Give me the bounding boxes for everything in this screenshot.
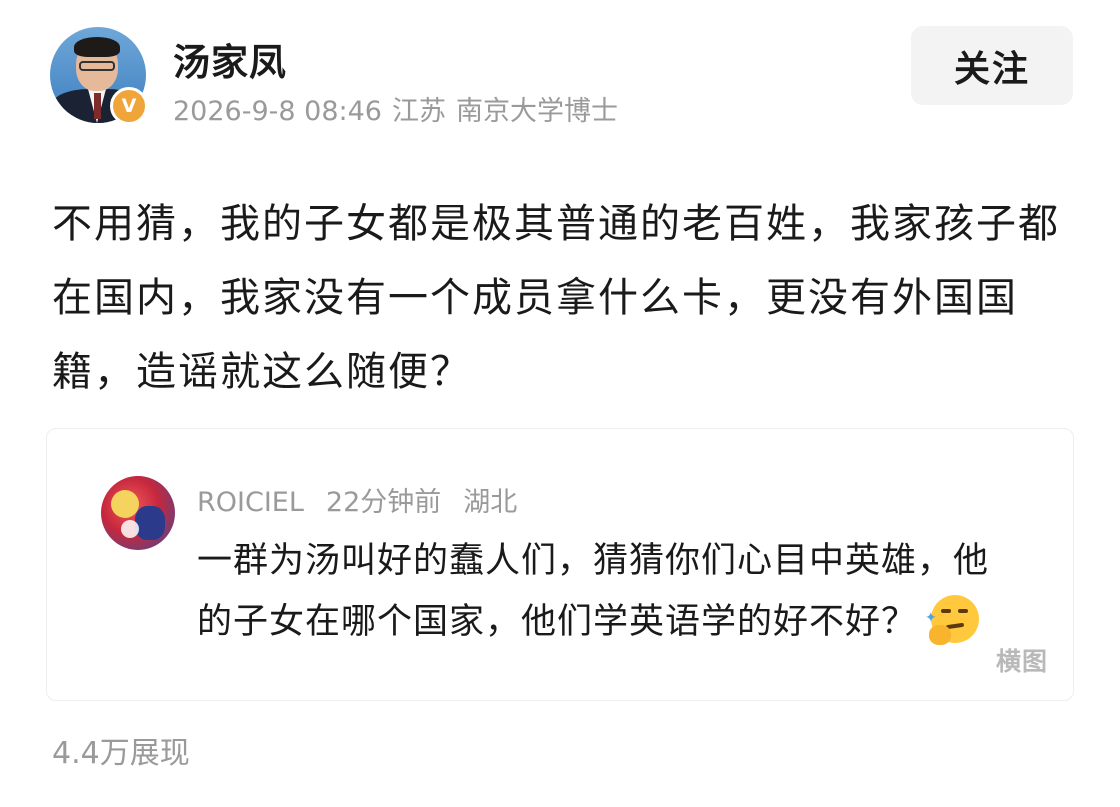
thinking-smirk-emoji-icon: ✦ — [925, 591, 983, 647]
post-location: 江苏 — [391, 96, 446, 127]
comment-text: 一群为汤叫好的蠢人们，猜猜你们心目中英雄，他的子女在哪个国家，他们学英语学的好不… — [197, 541, 990, 642]
comment-location: 湖北 — [463, 487, 518, 518]
post-meta: 2026-9-8 08:46 江苏 南京大学博士 — [173, 89, 628, 128]
post-body: 不用猜，我的子女都是极其普通的老百姓，我家孩子都在国内，我家没有一个成员拿什么卡… — [52, 201, 1060, 395]
author-avatar[interactable]: V — [50, 27, 148, 125]
follow-button[interactable]: 关注 — [911, 26, 1073, 105]
comment-body: 一群为汤叫好的蠢人们，猜猜你们心目中英雄，他的子女在哪个国家，他们学英语学的好不… — [197, 532, 1017, 652]
author-title: 南京大学博士 — [455, 96, 618, 127]
comment-time: 22分钟前 — [325, 487, 442, 518]
commenter-name[interactable]: ROICIEL — [197, 487, 304, 518]
image-type-label: 横图 — [996, 647, 1049, 676]
view-count: 4.4万展现 — [52, 736, 190, 771]
post-date: 2026-9-8 08:46 — [173, 96, 382, 127]
author-name[interactable]: 汤家凤 — [173, 32, 287, 86]
verified-badge-icon: V — [110, 87, 148, 125]
post-detail: V 汤家凤 2026-9-8 08:46 江苏 南京大学博士 关注 不用猜，我的子女… — [0, 0, 1120, 807]
commenter-avatar[interactable] — [101, 476, 175, 550]
quoted-comment-card[interactable]: ROICIEL 22分钟前 湖北 一群为汤叫好的蠢人们，猜猜你们心目中英雄，他的子女… — [46, 428, 1074, 701]
comment-meta: ROICIEL 22分钟前 湖北 — [197, 480, 539, 519]
